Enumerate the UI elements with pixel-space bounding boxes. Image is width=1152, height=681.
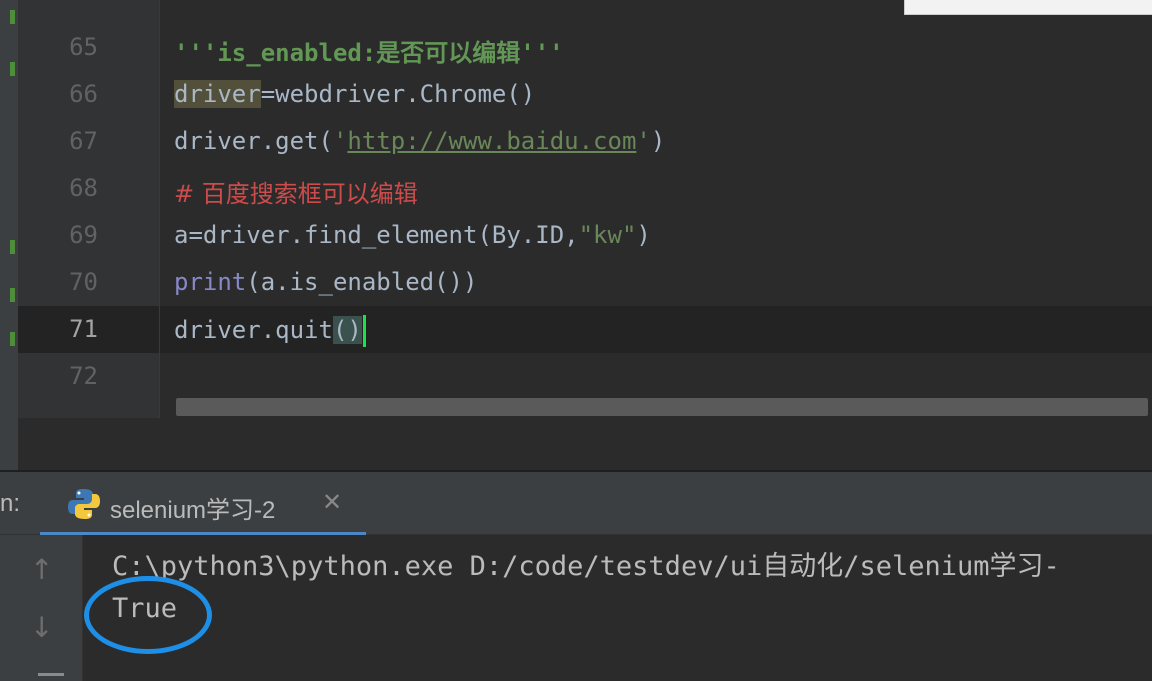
code-token: (a.is_enabled()): [246, 268, 478, 296]
builtin-keyword: print: [174, 268, 247, 296]
matched-brace: (): [332, 316, 362, 344]
line-number: 65: [69, 33, 98, 61]
soft-wrap-icon[interactable]: [38, 673, 64, 676]
string-quote: ': [332, 127, 348, 155]
change-marker: [10, 62, 15, 76]
change-marker: [10, 332, 15, 346]
line-number: 70: [69, 268, 98, 296]
code-token: ): [650, 127, 666, 155]
run-tab-label: selenium学习-2: [110, 497, 276, 524]
string-literal: "kw": [578, 221, 637, 249]
code-token: driver.quit: [174, 316, 333, 344]
code-token: =: [188, 221, 203, 249]
horizontal-scrollbar[interactable]: [176, 398, 1148, 416]
highlighted-identifier: driver: [174, 80, 261, 108]
annotation-circle: [84, 576, 212, 654]
run-label: n:: [0, 490, 21, 517]
line-number-current: 71: [69, 315, 98, 343]
code-line-current[interactable]: driver.quit(): [174, 315, 366, 347]
gutter-divider: [159, 0, 160, 418]
code-line[interactable]: a=driver.find_element(By.ID,"kw"): [174, 221, 651, 249]
code-line[interactable]: print(a.is_enabled()): [174, 268, 477, 296]
change-marker: [10, 10, 15, 24]
close-icon[interactable]: ✕: [322, 488, 342, 516]
code-token: =: [260, 80, 276, 108]
line-number: 67: [69, 127, 98, 155]
left-tool-strip: [0, 0, 18, 470]
line-number: 69: [69, 221, 98, 249]
line-number: 66: [69, 80, 98, 108]
url-link[interactable]: http://www.baidu.com: [347, 127, 636, 155]
code-token: ): [636, 221, 651, 249]
code-token: ,: [564, 221, 579, 249]
line-number: 72: [69, 362, 98, 390]
run-tab[interactable]: selenium学习-2 ✕: [40, 472, 366, 535]
line-number-gutter: [18, 0, 160, 418]
console-command-line: C:\python3\python.exe D:/code/testdev/ui…: [112, 551, 1060, 582]
string-quote: ': [636, 127, 651, 155]
code-token: webdriver.Chrome(): [275, 80, 536, 108]
code-line[interactable]: driver=webdriver.Chrome(): [174, 80, 535, 108]
tooltip-popup: [904, 0, 1152, 15]
code-token: a: [174, 221, 189, 249]
code-token: driver.find_element(By.ID: [202, 221, 565, 249]
editor-bottom-space: [18, 418, 1152, 470]
code-line[interactable]: driver.get('http://www.baidu.com'): [174, 127, 665, 155]
console-sidebar: ↑ ↓: [0, 535, 83, 681]
code-token: driver.get(: [174, 127, 333, 155]
scroll-up-icon[interactable]: ↑: [30, 553, 53, 586]
text-caret: [362, 315, 366, 347]
change-marker: [10, 288, 15, 302]
change-marker: [10, 240, 15, 254]
code-line-docstring[interactable]: '''is_enabled:是否可以编辑''': [174, 33, 564, 68]
scroll-down-icon[interactable]: ↓: [30, 611, 53, 644]
run-tool-window-header: n: selenium学习-2 ✕: [0, 472, 1152, 535]
python-icon: [68, 489, 100, 519]
code-line-comment[interactable]: # 百度搜索框可以编辑: [174, 174, 418, 209]
line-number: 68: [69, 174, 98, 202]
